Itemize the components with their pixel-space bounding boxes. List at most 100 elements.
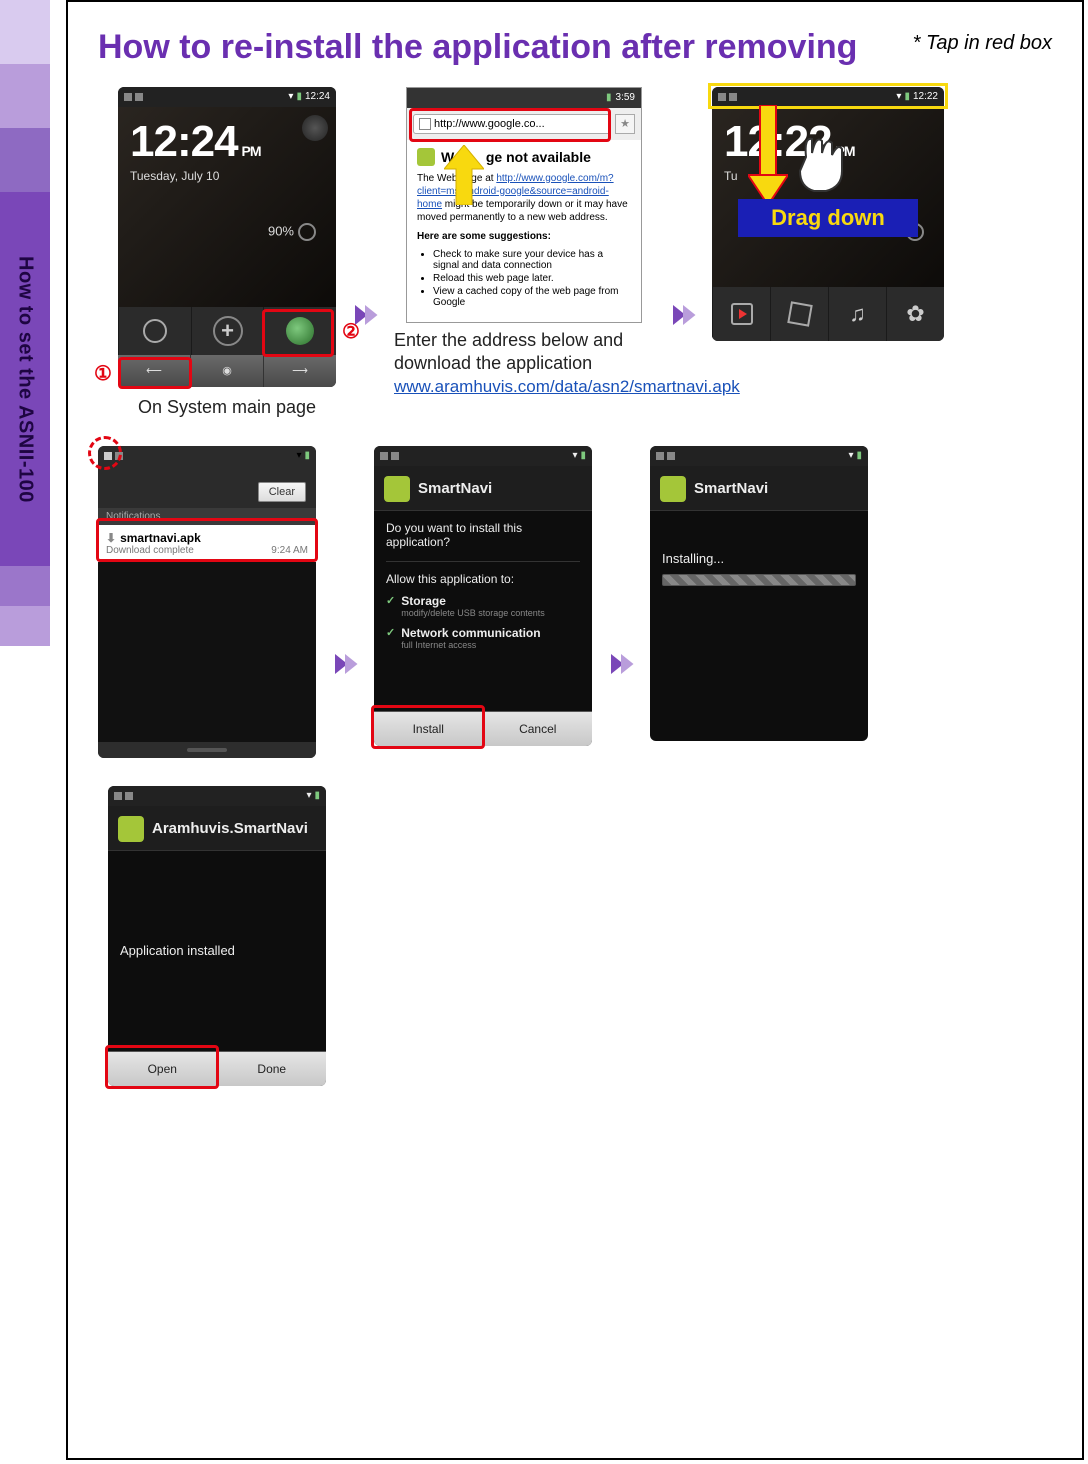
- highlight-browser: [262, 309, 334, 357]
- sidebar: How to set the ASNII-100: [0, 0, 66, 1464]
- sidebar-decor: [0, 0, 50, 64]
- clock-date: Tuesday, July 10: [130, 169, 324, 183]
- allow-label: Allow this application to:: [386, 572, 580, 586]
- caption-browser: Enter the address below and download the…: [394, 329, 654, 399]
- highlight-statusbar: [708, 83, 948, 109]
- status-time: 12:24: [305, 91, 330, 102]
- installer-header: SmartNavi: [650, 466, 868, 511]
- step-home: ▾▮12:24 12:24PM Tuesday, July 10 90% ⟵ ◉…: [118, 87, 336, 418]
- app-icon: [118, 816, 144, 842]
- add-icon: [191, 307, 264, 355]
- battery-icon: ▮: [856, 450, 862, 461]
- wifi-icon: ▾: [306, 790, 311, 801]
- wifi-icon: ▾: [848, 450, 853, 461]
- bookmark-icon: ★: [615, 114, 635, 134]
- tap-hint: * Tap in red box: [913, 26, 1052, 55]
- status-icon: [124, 93, 132, 101]
- wifi-icon: ▾: [296, 450, 301, 461]
- status-bar: ▾▮: [108, 786, 326, 806]
- battery-icon: ▮: [606, 92, 612, 103]
- app-title: Aramhuvis.SmartNavi: [152, 820, 308, 837]
- arrow-icon: [330, 649, 360, 684]
- highlight-install-button: [371, 705, 485, 749]
- suggestions-head: Here are some suggestions:: [417, 230, 631, 243]
- battery-icon: ▮: [304, 450, 310, 461]
- list-item: Check to make sure your device has a sig…: [433, 249, 631, 271]
- installer-header: SmartNavi: [374, 466, 592, 511]
- perm-title: Network communication: [401, 626, 540, 640]
- status-icon: [667, 452, 675, 460]
- sidebar-title-block: How to set the ASNII-100: [0, 192, 50, 566]
- status-time: 3:59: [616, 92, 635, 103]
- marker-2: ②: [342, 319, 360, 344]
- status-icon: [114, 792, 122, 800]
- notif-empty: [98, 562, 316, 742]
- gallery-icon: [770, 287, 828, 341]
- status-bar: ▾▮: [650, 446, 868, 466]
- status-icon: [380, 452, 388, 460]
- status-icon: [135, 93, 143, 101]
- sidebar-decor: [0, 64, 50, 128]
- browser-statusbar: ▮ 3:59: [407, 88, 641, 108]
- app-icon: [384, 476, 410, 502]
- highlight-nav-back: [118, 357, 192, 389]
- arrow-icon: [668, 300, 698, 335]
- steps-row-3: ▾▮ Aramhuvis.SmartNavi Application insta…: [98, 786, 1052, 1086]
- status-icon: [391, 452, 399, 460]
- perm-title: Storage: [401, 594, 545, 608]
- step-install-prompt: ▾▮ SmartNavi Do you want to install this…: [374, 446, 592, 746]
- perm-desc: modify/delete USB storage contents: [401, 608, 545, 618]
- battery-text: 90%: [130, 223, 324, 241]
- highlight-open-button: [105, 1045, 219, 1089]
- browser-window: ▮ 3:59 http://www.google.co... ★ Web ge …: [406, 87, 642, 323]
- page-body: How to re-install the application after …: [66, 0, 1084, 1460]
- page-header: How to re-install the application after …: [98, 26, 1052, 69]
- app-title: SmartNavi: [418, 480, 492, 497]
- step-browser: ▮ 3:59 http://www.google.co... ★ Web ge …: [394, 87, 654, 399]
- gear-icon: [302, 115, 328, 141]
- list-item: View a cached copy of the web page from …: [433, 286, 631, 308]
- browser-content: Web ge not available The Web page at htt…: [407, 140, 641, 322]
- nav-recent-icon: ⟶: [263, 355, 336, 387]
- list-item: Reload this web page later.: [433, 273, 631, 284]
- highlight-notif-item: [96, 518, 318, 562]
- notif-handle: [98, 742, 316, 758]
- status-bar: ▾▮12:24: [118, 87, 336, 107]
- installer-panel: ▾▮ SmartNavi Do you want to install this…: [374, 446, 592, 746]
- clock-widget: 12:24PM Tuesday, July 10 90%: [118, 107, 336, 307]
- settings-icon: ✿: [886, 287, 944, 341]
- installer-body: Installing...: [650, 511, 868, 741]
- dock-row: ♫ ✿: [712, 287, 944, 341]
- battery-icon: ▮: [314, 790, 320, 801]
- step-notifications: ▾▮ Clear Notifications ⬇smartnavi.apk Do…: [98, 446, 316, 758]
- app-title: SmartNavi: [694, 480, 768, 497]
- status-bar: ▾▮: [98, 446, 316, 466]
- check-icon: ✓: [386, 626, 395, 639]
- status-icon: [656, 452, 664, 460]
- installed-label: Application installed: [120, 943, 235, 958]
- suggestions-list: Check to make sure your device has a sig…: [417, 249, 631, 308]
- battery-icon: ▮: [296, 91, 302, 102]
- music-icon: ♫: [828, 287, 886, 341]
- wifi-icon: ▾: [288, 91, 293, 102]
- progress-bar: [662, 574, 856, 586]
- installer-panel: ▾▮ SmartNavi Installing...: [650, 446, 868, 741]
- notif-header: Clear: [98, 466, 316, 508]
- page-title: How to re-install the application after …: [98, 26, 857, 69]
- wifi-icon: ▾: [572, 450, 577, 461]
- highlight-download-indicator: [88, 436, 122, 470]
- url-bar: http://www.google.co... ★: [407, 108, 641, 140]
- sidebar-decor: [0, 606, 50, 646]
- steps-row-1: ▾▮12:24 12:24PM Tuesday, July 10 90% ⟵ ◉…: [98, 87, 1052, 418]
- installing-label: Installing...: [662, 551, 856, 566]
- drag-arrow-icon: [748, 105, 788, 205]
- drag-down-banner: Drag down: [738, 199, 918, 237]
- marker-1: ①: [94, 361, 112, 386]
- caption-home: On System main page: [138, 397, 316, 418]
- done-button: Done: [217, 1051, 327, 1086]
- cancel-button: Cancel: [483, 711, 593, 746]
- permission-item: ✓ Network communicationfull Internet acc…: [386, 626, 580, 650]
- status-icon: [125, 792, 133, 800]
- step-installing: ▾▮ SmartNavi Installing...: [650, 446, 868, 741]
- alarm-icon: [118, 307, 191, 355]
